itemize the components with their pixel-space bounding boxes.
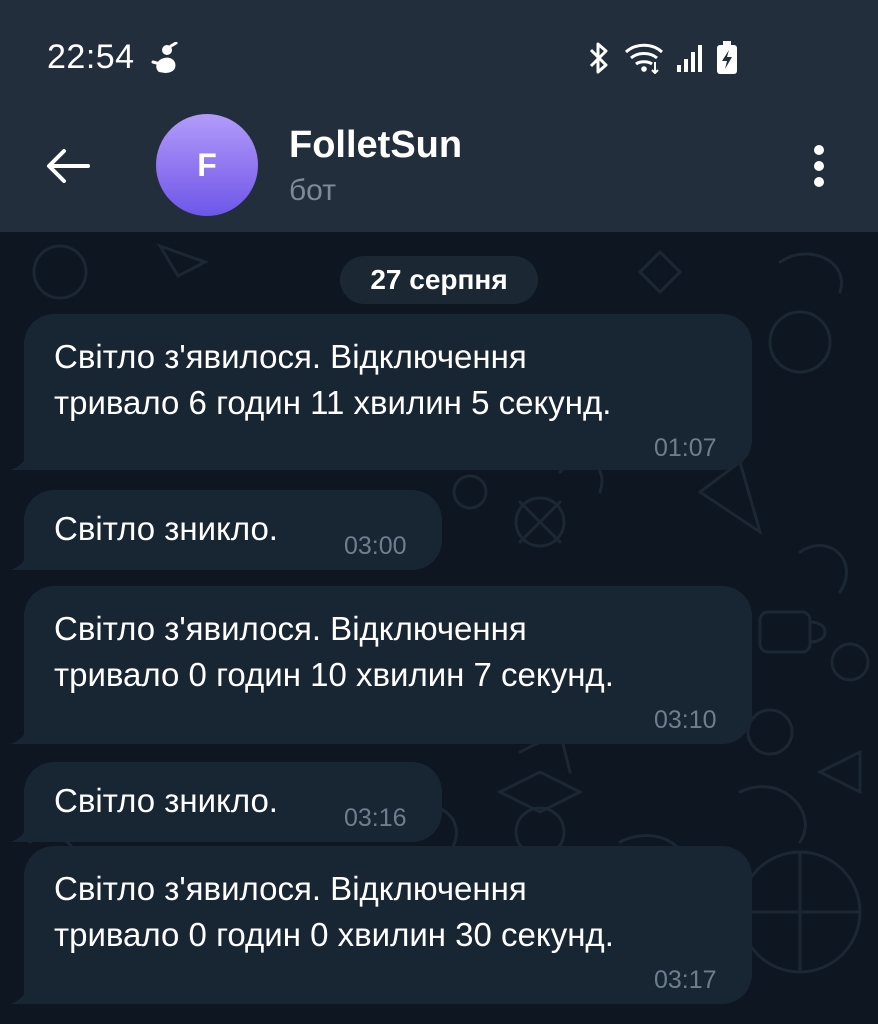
- message-bubble[interactable]: Світло зникло. 03:16: [24, 762, 442, 842]
- message-bubble[interactable]: Світло з'явилося. Відключення тривало 0 …: [24, 586, 752, 744]
- battery-charging-icon: [716, 41, 738, 75]
- avatar-letter: F: [197, 146, 217, 183]
- bluetooth-icon: [586, 41, 612, 75]
- message-line: Світло зникло.: [54, 510, 278, 547]
- bubble-tail: [10, 450, 30, 470]
- message-bubble[interactable]: Світло зникло. 03:00: [24, 490, 442, 570]
- message-time: 03:10: [654, 706, 717, 734]
- message-time: 03:00: [344, 532, 407, 560]
- message-text: Світло зникло.: [54, 778, 278, 824]
- app-notification-icon: [150, 41, 180, 74]
- message-line: Світло з'явилося. Відключення: [54, 870, 527, 907]
- status-time: 22:54: [47, 38, 135, 76]
- message-line: тривало 0 годин 10 хвилин 7 секунд.: [54, 656, 614, 693]
- message-text: Світло з'явилося. Відключення тривало 0 …: [54, 606, 614, 698]
- date-label: 27 серпня: [370, 264, 508, 295]
- message-line: Світло з'явилося. Відключення: [54, 610, 527, 647]
- back-button[interactable]: [40, 140, 96, 192]
- chat-header: F FolletSun бот: [0, 110, 878, 232]
- message-time: 03:17: [654, 966, 717, 994]
- top-bar: 22:54 F FolletSun бот: [0, 0, 878, 232]
- message-line: Світло з'явилося. Відключення: [54, 338, 527, 375]
- avatar[interactable]: F: [156, 114, 258, 216]
- bubble-tail: [10, 984, 30, 1004]
- message-bubble[interactable]: Світло з'явилося. Відключення тривало 0 …: [24, 846, 752, 1004]
- chat-subtitle: бот: [289, 174, 336, 207]
- message-time: 01:07: [654, 434, 717, 462]
- chat-title[interactable]: FolletSun: [289, 124, 462, 167]
- more-options-button[interactable]: [796, 138, 842, 194]
- bubble-tail: [10, 550, 30, 570]
- message-text: Світло зникло.: [54, 506, 278, 552]
- message-text: Світло з'явилося. Відключення тривало 0 …: [54, 866, 614, 958]
- message-bubble[interactable]: Світло з'явилося. Відключення тривало 6 …: [24, 314, 752, 470]
- back-arrow-icon: [47, 149, 90, 183]
- bubble-tail: [10, 822, 30, 842]
- message-text: Світло з'явилося. Відключення тривало 6 …: [54, 334, 611, 426]
- status-bar: 22:54: [0, 0, 878, 110]
- chat-area[interactable]: 27 серпня Світло з'явилося. Відключення …: [0, 232, 878, 1024]
- message-line: Світло зникло.: [54, 782, 278, 819]
- status-icons: [586, 40, 738, 76]
- message-line: тривало 6 годин 11 хвилин 5 секунд.: [54, 384, 612, 421]
- message-line: тривало 0 годин 0 хвилин 30 секунд.: [54, 916, 614, 953]
- wifi-icon: [624, 42, 664, 74]
- signal-icon: [676, 43, 704, 73]
- bubble-tail: [10, 724, 30, 744]
- message-time: 03:16: [344, 804, 407, 832]
- more-vertical-icon: [814, 145, 824, 187]
- date-chip: 27 серпня: [340, 256, 538, 304]
